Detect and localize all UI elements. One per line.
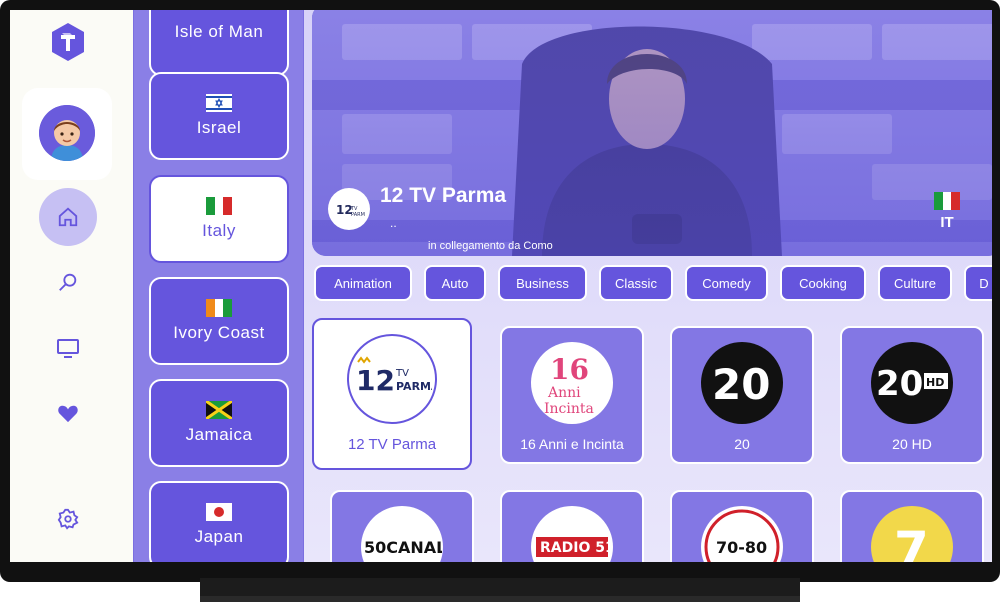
channel-logo: 70-80 (701, 506, 783, 562)
country-label: Israel (196, 118, 242, 137)
hero-country-code: IT (940, 214, 954, 231)
jamaica-flag-icon (206, 401, 232, 419)
channel-card-12-tv-parma[interactable]: 12TVPARMA 12 TV Parma (312, 318, 472, 470)
channel-logo: 7 (871, 506, 953, 562)
svg-text:Anni: Anni (547, 385, 581, 401)
tv-screen: Isle of Man Israel Italy Ivory Coast Jam… (10, 10, 992, 562)
heart-icon[interactable] (39, 384, 97, 442)
country-list: Isle of Man Israel Italy Ivory Coast Jam… (133, 10, 304, 562)
channel-name: 16 Anni e Incinta (520, 436, 624, 452)
chip-cooking[interactable]: Cooking (780, 265, 866, 301)
svg-text:70-80: 70-80 (716, 538, 767, 557)
channel-card-70-80[interactable]: 70-80 (670, 490, 814, 562)
channel-logo: 20 (701, 342, 783, 424)
channel-card-50-canale[interactable]: 50CANALE (330, 490, 474, 562)
svg-text:PARMA: PARMA (396, 380, 432, 393)
country-label: Isle of Man (174, 22, 264, 41)
israel-flag-icon (206, 94, 232, 112)
channel-card-radio-51[interactable]: RADIO 51 (500, 490, 644, 562)
channel-logo: 16 Anni Incinta (531, 342, 613, 424)
category-chips: Animation Auto Business Classic Comedy C… (314, 265, 992, 301)
chip-business[interactable]: Business (498, 265, 587, 301)
hero-country-badge: IT (934, 192, 960, 231)
svg-text:20: 20 (876, 364, 923, 404)
svg-text:50CANALE: 50CANALE (364, 538, 442, 557)
country-label: Japan (194, 527, 244, 546)
country-label: Ivory Coast (173, 323, 265, 342)
settings-icon[interactable] (39, 490, 97, 548)
italy-flag-icon (206, 197, 232, 215)
ivory-coast-flag-icon (206, 299, 232, 317)
svg-text:TV: TV (395, 368, 409, 379)
svg-text:20: 20 (712, 360, 770, 409)
hero-overlay (312, 10, 992, 256)
country-label: Italy (202, 221, 236, 240)
channel-card-16-anni-e-incinta[interactable]: 16 Anni Incinta 16 Anni e Incinta (500, 326, 644, 464)
country-isle-of-man[interactable]: Isle of Man (149, 10, 289, 76)
hero-subtitle: .. (390, 216, 397, 230)
country-japan[interactable]: Japan (149, 481, 289, 562)
chip-culture[interactable]: Culture (878, 265, 952, 301)
hero-channel-name: 12 TV Parma (380, 184, 507, 207)
channel-card-20-hd[interactable]: 20 HD 20 HD (840, 326, 984, 464)
hero-channel-logo: 12 TV PARM (328, 188, 370, 230)
svg-text:Incinta: Incinta (544, 401, 594, 417)
app-logo (52, 23, 84, 61)
profile-card[interactable] (22, 88, 112, 180)
svg-text:PARM: PARM (351, 212, 365, 218)
country-jamaica[interactable]: Jamaica (149, 379, 289, 467)
search-icon[interactable] (39, 253, 97, 311)
chip-classic[interactable]: Classic (599, 265, 673, 301)
svg-text:12: 12 (356, 364, 395, 397)
japan-flag-icon (206, 503, 232, 521)
chip-auto[interactable]: Auto (424, 265, 486, 301)
channel-card-7[interactable]: 7 (840, 490, 984, 562)
svg-text:HD: HD (926, 376, 944, 389)
country-ivory-coast[interactable]: Ivory Coast (149, 277, 289, 365)
channel-name: 20 HD (892, 436, 932, 452)
home-icon[interactable] (39, 188, 97, 246)
channel-logo: 12TVPARMA (347, 334, 437, 424)
svg-text:7: 7 (894, 521, 929, 562)
country-italy[interactable]: Italy (149, 175, 289, 263)
tv-stand (200, 578, 800, 602)
hero-ticker: in collegamento da Como (428, 240, 553, 252)
channel-name: 12 TV Parma (347, 436, 437, 453)
channel-card-20[interactable]: 20 20 (670, 326, 814, 464)
svg-text:RADIO 51: RADIO 51 (540, 540, 612, 556)
hero-player[interactable]: 12 TV PARM 12 TV Parma .. in collegamento … (312, 10, 992, 256)
tv-icon[interactable] (39, 319, 97, 377)
svg-text:16: 16 (550, 353, 589, 386)
country-label: Jamaica (185, 425, 253, 444)
chip-animation[interactable]: Animation (314, 265, 412, 301)
italy-flag-icon (934, 192, 960, 210)
chip-comedy[interactable]: Comedy (685, 265, 768, 301)
main-content: 12 TV PARM 12 TV Parma .. in collegamento … (304, 10, 992, 562)
side-nav (10, 10, 133, 562)
country-israel[interactable]: Israel (149, 72, 289, 160)
avatar[interactable] (39, 105, 95, 161)
channel-logo: 20 HD (871, 342, 953, 424)
channel-logo: 50CANALE (361, 506, 443, 562)
chip-d[interactable]: D (964, 265, 992, 301)
channel-name: 20 (734, 436, 750, 452)
channel-logo: RADIO 51 (531, 506, 613, 562)
